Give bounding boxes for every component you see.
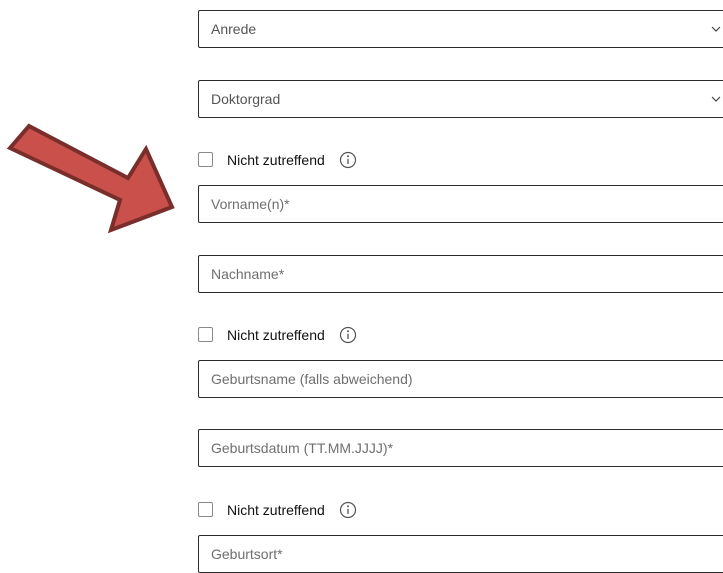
birth-place-input[interactable]: Geburtsort*	[198, 535, 723, 573]
chevron-down-icon	[711, 26, 721, 32]
birth-place-placeholder: Geburtsort*	[211, 546, 283, 562]
info-icon[interactable]	[339, 501, 357, 519]
birth-name-placeholder: Geburtsname (falls abweichend)	[211, 371, 413, 387]
not-applicable-label: Nicht zutreffend	[227, 502, 325, 518]
not-applicable-checkbox-birth-date[interactable]	[198, 502, 213, 517]
not-applicable-row-first-name: Nicht zutreffend	[198, 150, 398, 170]
chevron-down-icon	[711, 96, 721, 102]
info-icon[interactable]	[339, 326, 357, 344]
last-name-placeholder: Nachname*	[211, 266, 285, 282]
last-name-input[interactable]: Nachname*	[198, 255, 723, 293]
not-applicable-row-birth-date: Nicht zutreffend	[198, 500, 398, 520]
info-icon[interactable]	[339, 151, 357, 169]
not-applicable-checkbox-first-name[interactable]	[198, 152, 213, 167]
birth-date-placeholder: Geburtsdatum (TT.MM.JJJJ)*	[211, 440, 394, 456]
birth-name-input[interactable]: Geburtsname (falls abweichend)	[198, 360, 723, 398]
not-applicable-label: Nicht zutreffend	[227, 152, 325, 168]
birth-date-input[interactable]: Geburtsdatum (TT.MM.JJJJ)*	[198, 429, 723, 467]
salutation-select[interactable]: Anrede	[198, 10, 723, 48]
not-applicable-label: Nicht zutreffend	[227, 327, 325, 343]
salutation-label: Anrede	[211, 21, 257, 37]
not-applicable-checkbox-birth-name[interactable]	[198, 327, 213, 342]
first-name-placeholder: Vorname(n)*	[211, 196, 290, 212]
doctorate-select[interactable]: Doktorgrad	[198, 80, 723, 118]
doctorate-label: Doktorgrad	[211, 91, 281, 107]
first-name-input[interactable]: Vorname(n)*	[198, 185, 723, 223]
not-applicable-row-birth-name: Nicht zutreffend	[198, 325, 398, 345]
